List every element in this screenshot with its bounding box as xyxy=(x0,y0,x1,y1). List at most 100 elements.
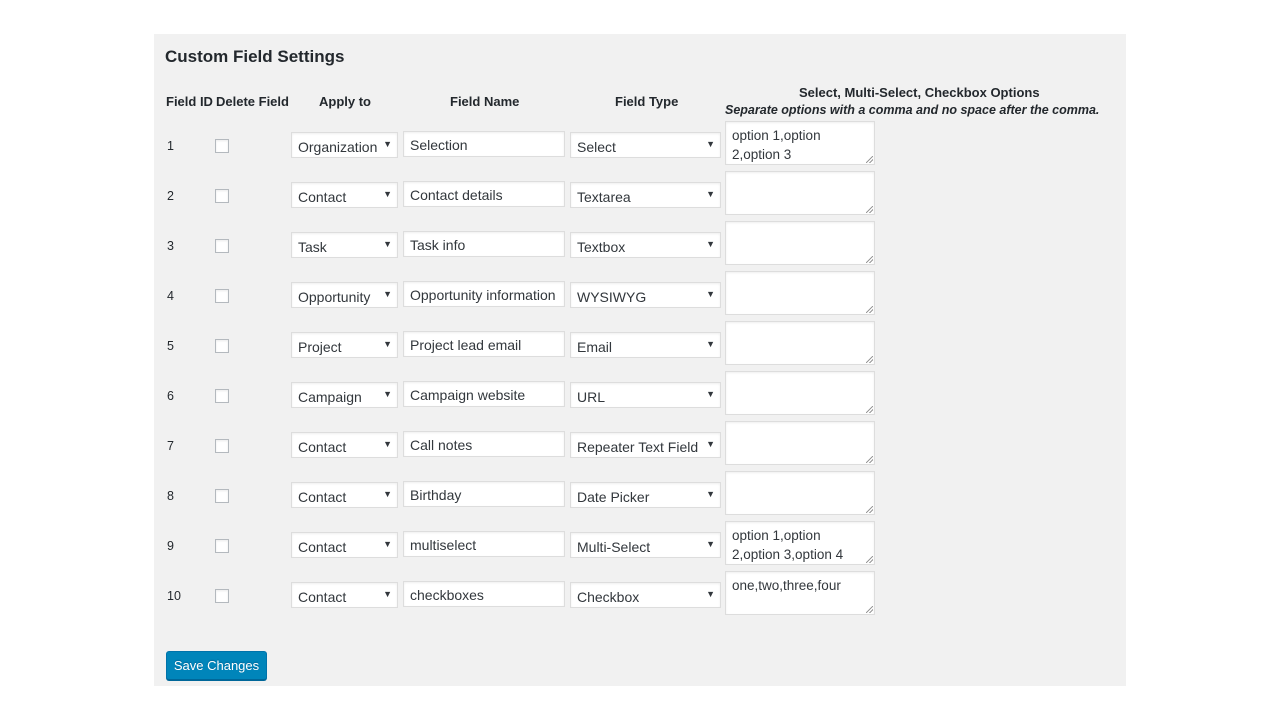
triangle-down-icon: ▼ xyxy=(706,289,715,299)
triangle-down-icon: ▼ xyxy=(706,539,715,549)
options-textarea[interactable] xyxy=(725,171,875,215)
field-type-value: WYSIWYG xyxy=(577,289,647,305)
resize-handle-icon[interactable] xyxy=(866,456,873,463)
apply-to-select[interactable]: Task ▼ xyxy=(291,232,398,258)
apply-to-value: Contact xyxy=(298,589,347,605)
field-id: 7 xyxy=(167,439,174,453)
options-textarea[interactable] xyxy=(725,321,875,365)
field-type-select[interactable]: Date Picker ▼ xyxy=(570,482,721,508)
options-textarea[interactable] xyxy=(725,471,875,515)
apply-to-select[interactable]: Contact ▼ xyxy=(291,182,398,208)
field-id: 1 xyxy=(167,139,174,153)
field-type-value: Textbox xyxy=(577,239,626,255)
apply-to-select[interactable]: Contact ▼ xyxy=(291,582,398,608)
header-field-id: Field ID xyxy=(166,94,213,109)
apply-to-value: Campaign xyxy=(298,389,362,405)
field-name-input[interactable]: Contact details xyxy=(403,181,565,207)
field-name-input[interactable]: Opportunity information xyxy=(403,281,565,307)
table-row: 3 Task ▼ Task info Textbox ▼ xyxy=(154,221,1126,271)
triangle-down-icon: ▼ xyxy=(383,289,392,299)
resize-handle-icon[interactable] xyxy=(866,606,873,613)
field-name-input[interactable]: Project lead email xyxy=(403,331,565,357)
field-type-value: Multi-Select xyxy=(577,539,651,555)
field-type-select[interactable]: Select ▼ xyxy=(570,132,721,158)
field-id: 9 xyxy=(167,539,174,553)
options-text: option 1,option 2,option 3,option 4 xyxy=(732,528,844,562)
delete-field-checkbox[interactable] xyxy=(215,439,229,453)
resize-handle-icon[interactable] xyxy=(866,556,873,563)
field-type-value: Repeater Text Field xyxy=(577,439,699,455)
field-type-select[interactable]: WYSIWYG ▼ xyxy=(570,282,721,308)
field-name-input[interactable]: multiselect xyxy=(403,531,565,557)
table-row: 10 Contact ▼ checkboxes Checkbox ▼ one,two,thr… xyxy=(154,571,1126,621)
delete-field-checkbox[interactable] xyxy=(215,189,229,203)
delete-field-checkbox[interactable] xyxy=(215,139,229,153)
field-id: 4 xyxy=(167,289,174,303)
options-textarea[interactable]: option 1,option 2,option 3,option 4 xyxy=(725,521,875,565)
resize-handle-icon[interactable] xyxy=(866,156,873,163)
delete-field-checkbox[interactable] xyxy=(215,489,229,503)
delete-field-checkbox[interactable] xyxy=(215,239,229,253)
field-type-select[interactable]: Repeater Text Field ▼ xyxy=(570,432,721,458)
header-apply-to: Apply to xyxy=(319,94,371,109)
triangle-down-icon: ▼ xyxy=(706,439,715,449)
field-type-select[interactable]: Checkbox ▼ xyxy=(570,582,721,608)
field-type-value: Date Picker xyxy=(577,489,650,505)
delete-field-checkbox[interactable] xyxy=(215,339,229,353)
delete-field-checkbox[interactable] xyxy=(215,389,229,403)
options-textarea[interactable] xyxy=(725,371,875,415)
apply-to-select[interactable]: Opportunity ▼ xyxy=(291,282,398,308)
resize-handle-icon[interactable] xyxy=(866,306,873,313)
apply-to-select[interactable]: Contact ▼ xyxy=(291,432,398,458)
apply-to-select[interactable]: Organization ▼ xyxy=(291,132,398,158)
resize-handle-icon[interactable] xyxy=(866,256,873,263)
table-row: 8 Contact ▼ Birthday Date Picker ▼ xyxy=(154,471,1126,521)
field-type-select[interactable]: Textarea ▼ xyxy=(570,182,721,208)
apply-to-select[interactable]: Campaign ▼ xyxy=(291,382,398,408)
options-textarea[interactable]: one,two,three,four xyxy=(725,571,875,615)
table-row: 2 Contact ▼ Contact details Textarea ▼ xyxy=(154,171,1126,221)
triangle-down-icon: ▼ xyxy=(383,439,392,449)
field-name-input[interactable]: Birthday xyxy=(403,481,565,507)
options-textarea[interactable] xyxy=(725,271,875,315)
triangle-down-icon: ▼ xyxy=(706,589,715,599)
triangle-down-icon: ▼ xyxy=(706,389,715,399)
delete-field-checkbox[interactable] xyxy=(215,289,229,303)
table-row: 1 Organization ▼ Selection Select ▼ option 1,o… xyxy=(154,121,1126,171)
field-type-value: Select xyxy=(577,139,616,155)
triangle-down-icon: ▼ xyxy=(383,189,392,199)
delete-field-checkbox[interactable] xyxy=(215,589,229,603)
field-name-input[interactable]: Selection xyxy=(403,131,565,157)
apply-to-select[interactable]: Contact ▼ xyxy=(291,482,398,508)
apply-to-value: Contact xyxy=(298,489,347,505)
options-text: one,two,three,four xyxy=(732,578,841,593)
resize-handle-icon[interactable] xyxy=(866,506,873,513)
apply-to-value: Contact xyxy=(298,539,347,555)
table-row: 5 Project ▼ Project lead email Email ▼ xyxy=(154,321,1126,371)
resize-handle-icon[interactable] xyxy=(866,356,873,363)
apply-to-value: Organization xyxy=(298,139,378,155)
field-type-select[interactable]: Multi-Select ▼ xyxy=(570,532,721,558)
resize-handle-icon[interactable] xyxy=(866,406,873,413)
save-changes-button[interactable]: Save Changes xyxy=(166,651,267,680)
options-textarea[interactable] xyxy=(725,221,875,265)
apply-to-select[interactable]: Project ▼ xyxy=(291,332,398,358)
header-field-name: Field Name xyxy=(450,94,520,109)
field-id: 10 xyxy=(167,589,181,603)
table-row: 6 Campaign ▼ Campaign website URL ▼ xyxy=(154,371,1126,421)
field-name-input[interactable]: Call notes xyxy=(403,431,565,457)
apply-to-value: Contact xyxy=(298,189,347,205)
triangle-down-icon: ▼ xyxy=(383,139,392,149)
options-textarea[interactable] xyxy=(725,421,875,465)
page-title: Custom Field Settings xyxy=(165,47,345,66)
options-textarea[interactable]: option 1,option 2,option 3 xyxy=(725,121,875,165)
field-name-input[interactable]: Campaign website xyxy=(403,381,565,407)
field-name-input[interactable]: checkboxes xyxy=(403,581,565,607)
field-name-input[interactable]: Task info xyxy=(403,231,565,257)
delete-field-checkbox[interactable] xyxy=(215,539,229,553)
field-type-select[interactable]: Textbox ▼ xyxy=(570,232,721,258)
apply-to-select[interactable]: Contact ▼ xyxy=(291,532,398,558)
field-type-select[interactable]: URL ▼ xyxy=(570,382,721,408)
field-type-select[interactable]: Email ▼ xyxy=(570,332,721,358)
resize-handle-icon[interactable] xyxy=(866,206,873,213)
